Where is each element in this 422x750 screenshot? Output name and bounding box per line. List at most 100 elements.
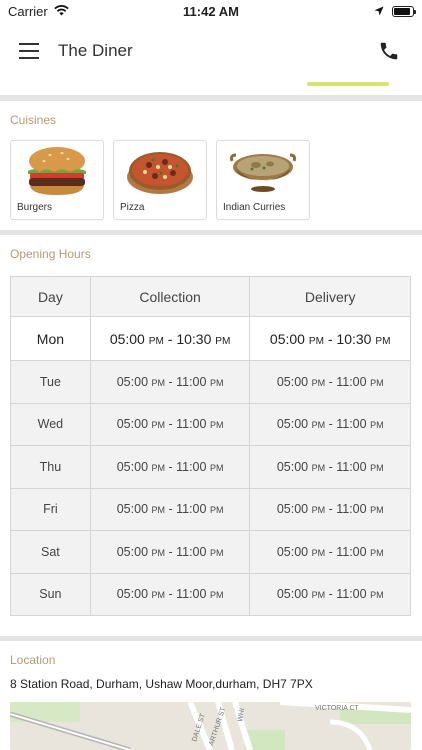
ampm-label: PM <box>215 335 231 347</box>
ampm-label: PM <box>209 377 224 388</box>
time-to: 11:00 <box>176 374 207 389</box>
ampm-label: PM <box>151 377 166 388</box>
time-to: 11:00 <box>336 544 367 559</box>
cuisine-card-indian-curries[interactable]: Indian Curries <box>216 140 310 220</box>
section-divider <box>0 636 422 641</box>
table-row: Mon 05:00 PM - 10:30 PM 05:00 PM - 10:30 P… <box>10 316 411 361</box>
delivery-hours-cell: 05:00 PM - 11:00 PM <box>249 360 411 404</box>
table-row: Sun 05:00 PM - 11:00 PM 05:00 PM - 11:00 P… <box>10 572 411 616</box>
time-from: 05:00 <box>116 502 149 517</box>
hamburger-menu-icon[interactable] <box>0 26 58 76</box>
day-cell: Fri <box>10 487 91 531</box>
time-from: 05:00 <box>276 544 309 559</box>
ampm-label: PM <box>370 377 384 388</box>
ampm-label: PM <box>148 335 164 347</box>
time-to: 11:00 <box>176 417 207 432</box>
time-from: 05:00 <box>109 330 145 347</box>
ampm-label: PM <box>209 462 224 473</box>
ampm-label: PM <box>209 590 224 601</box>
collection-hours-cell: 05:00 PM - 11:00 PM <box>89 360 251 404</box>
day-cell: Tue <box>10 360 91 404</box>
delivery-hours-cell: 05:00 PM - 11:00 PM <box>249 487 411 531</box>
app-header: The Diner <box>0 26 422 76</box>
time-to: 11:00 <box>336 459 367 474</box>
ampm-label: PM <box>311 420 326 431</box>
delivery-hours-cell: 05:00 PM - 10:30 PM <box>249 316 411 361</box>
table-row: Sat 05:00 PM - 11:00 PM 05:00 PM - 11:00 P… <box>10 530 411 574</box>
time-from: 05:00 <box>116 374 149 389</box>
day-cell: Wed <box>10 402 91 446</box>
delivery-hours-cell: 05:00 PM - 11:00 PM <box>249 402 411 446</box>
time-from: 05:00 <box>116 417 149 432</box>
opening-hours-title: Opening Hours <box>10 247 91 261</box>
ampm-label: PM <box>308 335 324 347</box>
day-cell: Sat <box>10 530 91 574</box>
battery-icon <box>392 6 416 17</box>
cuisine-card-pizza[interactable]: Pizza <box>113 140 207 220</box>
cuisines-title: Cuisines <box>10 113 57 127</box>
status-bar: Carrier 11:42 AM <box>0 0 422 22</box>
ampm-label: PM <box>209 505 224 516</box>
ampm-label: PM <box>151 462 166 473</box>
cuisine-list: Burgers Pizza Indian Curries <box>10 140 310 220</box>
time-from: 05:00 <box>116 459 149 474</box>
time-to: 11:00 <box>336 587 367 602</box>
table-header-row: Day Collection Delivery <box>10 276 411 317</box>
time-to: 10:30 <box>176 330 212 347</box>
column-header-collection: Collection <box>89 276 251 317</box>
time-to: 11:00 <box>336 374 367 389</box>
time-to: 10:30 <box>336 330 372 347</box>
ampm-label: PM <box>209 420 224 431</box>
cuisine-card-burgers[interactable]: Burgers <box>10 140 104 220</box>
time-to: 11:00 <box>176 459 207 474</box>
ampm-label: PM <box>370 462 384 473</box>
collection-hours-cell: 05:00 PM - 11:00 PM <box>89 445 251 489</box>
time-from: 05:00 <box>276 459 309 474</box>
section-divider <box>0 230 422 235</box>
location-map[interactable]: DALE ST ARTHUR ST WHI VICTORIA CT <box>10 702 411 750</box>
phone-icon[interactable] <box>378 40 400 62</box>
collection-hours-cell: 05:00 PM - 11:00 PM <box>89 530 251 574</box>
ampm-label: PM <box>151 505 166 516</box>
table-row: Wed 05:00 PM - 11:00 PM 05:00 PM - 11:00 P… <box>10 402 411 446</box>
ampm-label: PM <box>375 335 391 347</box>
time-from: 05:00 <box>276 587 309 602</box>
cuisine-label-indian-curries: Indian Curries <box>223 202 286 213</box>
time-from: 05:00 <box>116 587 149 602</box>
status-time: 11:42 AM <box>183 4 239 19</box>
ampm-label: PM <box>311 547 326 558</box>
ampm-label: PM <box>151 590 166 601</box>
time-from: 05:00 <box>116 544 149 559</box>
delivery-hours-cell: 05:00 PM - 11:00 PM <box>249 572 411 616</box>
ampm-label: PM <box>370 505 384 516</box>
curry-image <box>217 145 309 197</box>
page-title: The Diner <box>58 41 133 60</box>
table-row: Tue 05:00 PM - 11:00 PM 05:00 PM - 11:00 P… <box>10 360 411 404</box>
location-arrow-icon <box>374 4 384 19</box>
collection-hours-cell: 05:00 PM - 10:30 PM <box>89 316 251 361</box>
status-right <box>374 4 416 19</box>
ampm-label: PM <box>151 547 166 558</box>
time-from: 05:00 <box>269 330 305 347</box>
time-from: 05:00 <box>276 417 309 432</box>
ampm-label: PM <box>311 377 326 388</box>
time-from: 05:00 <box>276 374 309 389</box>
opening-hours-rows: Mon 05:00 PM - 10:30 PM 05:00 PM - 10:30 P… <box>10 316 411 616</box>
ampm-label: PM <box>311 590 326 601</box>
ampm-label: PM <box>370 590 384 601</box>
time-to: 11:00 <box>176 587 207 602</box>
time-to: 11:00 <box>336 502 367 517</box>
column-header-delivery: Delivery <box>249 276 411 317</box>
time-to: 11:00 <box>176 502 207 517</box>
battery-fill <box>394 8 411 15</box>
time-to: 11:00 <box>176 544 207 559</box>
table-row: Fri 05:00 PM - 11:00 PM 05:00 PM - 11:00 P… <box>10 487 411 531</box>
tab-indicator <box>307 82 389 86</box>
collection-hours-cell: 05:00 PM - 11:00 PM <box>89 487 251 531</box>
day-cell: Mon <box>10 316 91 361</box>
cuisine-label-pizza: Pizza <box>120 202 145 213</box>
delivery-hours-cell: 05:00 PM - 11:00 PM <box>249 445 411 489</box>
ampm-label: PM <box>151 420 166 431</box>
section-divider <box>0 95 422 101</box>
collection-hours-cell: 05:00 PM - 11:00 PM <box>89 572 251 616</box>
